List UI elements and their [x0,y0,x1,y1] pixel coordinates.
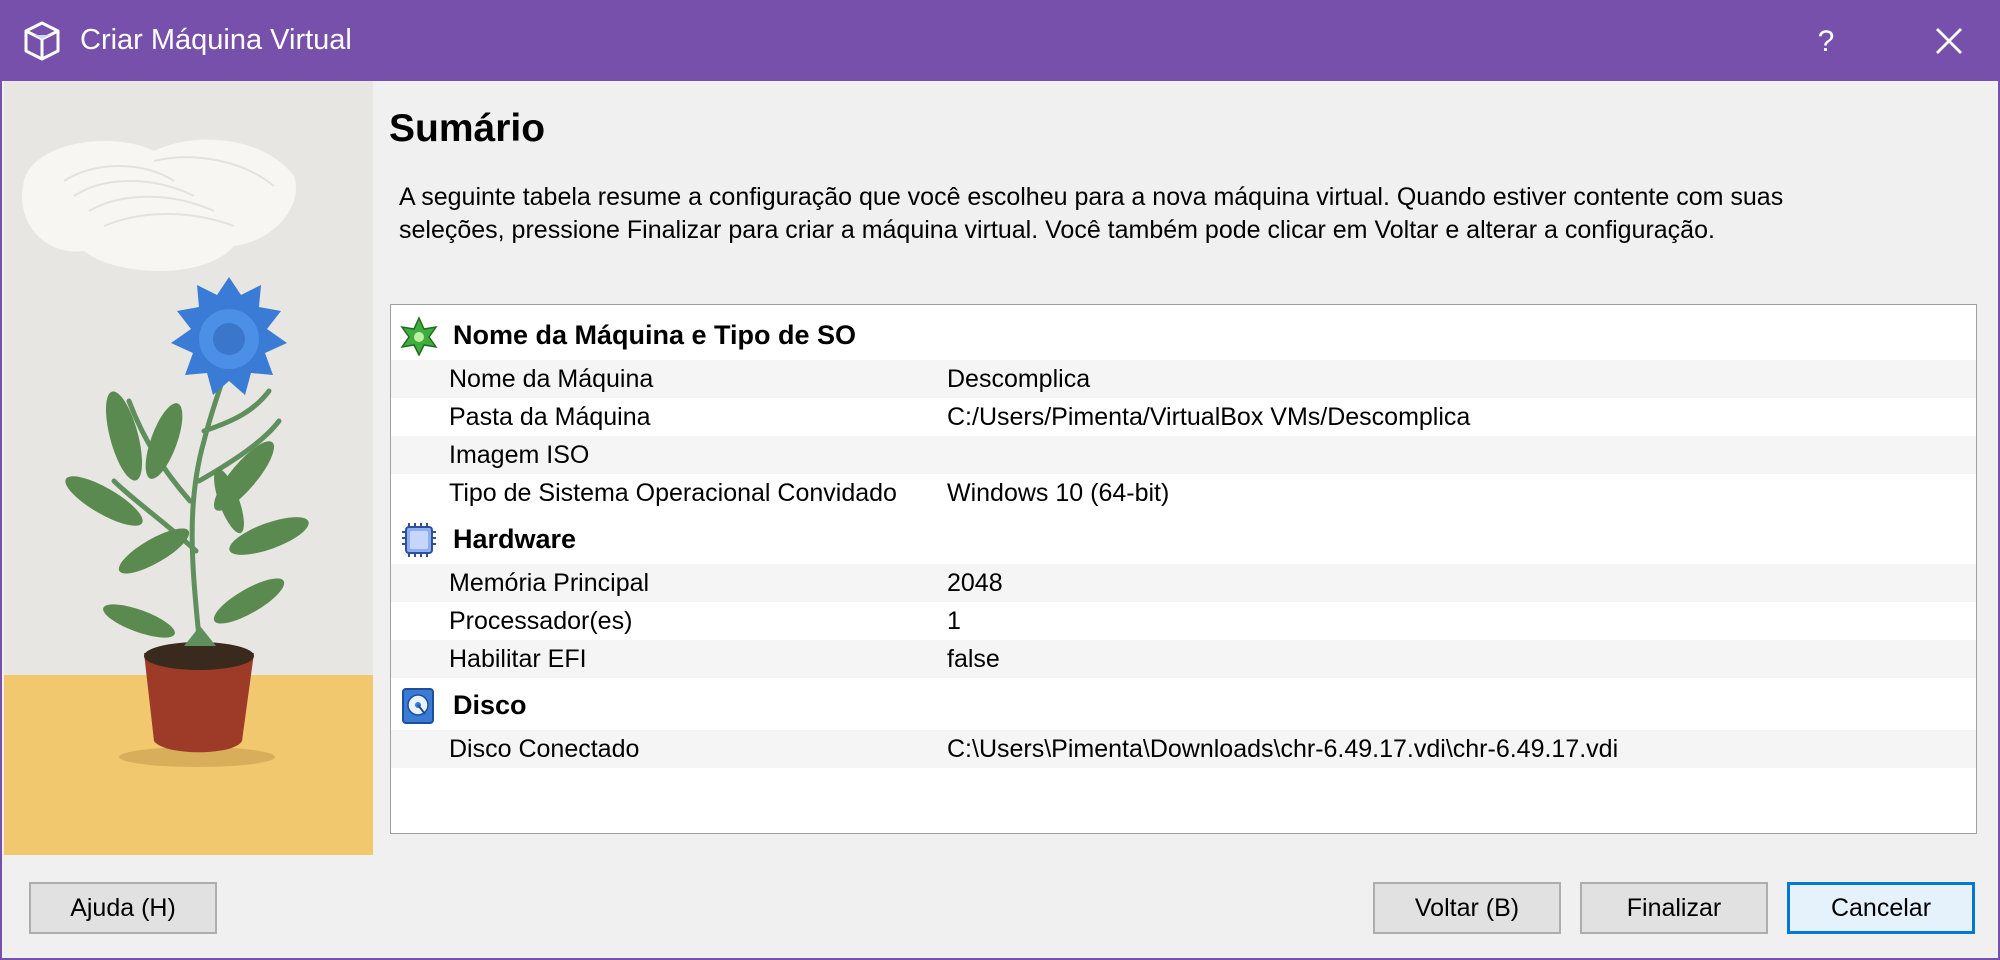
window-title: Criar Máquina Virtual [80,24,352,56]
close-icon [1936,28,1962,54]
row-label: Disco Conectado [449,735,640,763]
cancel-button[interactable]: Cancelar [1787,882,1975,934]
row-label: Nome da Máquina [449,365,654,393]
summary-table[interactable]: Nome da Máquina e Tipo de SO Nome da Máq… [390,304,1977,834]
row-value: C:\Users\Pimenta\Downloads\chr-6.49.17.v… [947,735,1619,763]
summary-row: Tipo de Sistema Operacional Convidado Wi… [391,474,1976,512]
summary-row: Imagem ISO [391,436,1976,474]
back-button[interactable]: Voltar (B) [1373,882,1561,934]
summary-row: Processador(es) 1 [391,602,1976,640]
row-value: 2048 [947,569,1003,597]
section-disk: Disco [391,678,1976,730]
row-label: Imagem ISO [449,441,590,469]
section-title: Disco [453,690,527,720]
section-hardware: Hardware [391,512,1976,564]
green-star-icon [399,316,439,357]
section-name-os: Nome da Máquina e Tipo de SO [391,308,1976,360]
row-label: Processador(es) [449,607,633,635]
section-title: Nome da Máquina e Tipo de SO [453,320,857,350]
summary-row: Nome da Máquina Descomplica [391,360,1976,398]
wizard-page: Sumário A seguinte tabela resume a confi… [373,81,1998,855]
close-button[interactable] [1900,2,1998,81]
page-title: Sumário [389,107,546,150]
row-value: 1 [947,607,961,635]
page-description: A seguinte tabela resume a configuração … [399,183,1784,244]
row-value: C:/Users/Pimenta/VirtualBox VMs/Descompl… [947,403,1471,431]
summary-row: Disco Conectado C:\Users\Pimenta\Downloa… [391,730,1976,768]
row-value: Descomplica [947,365,1091,393]
button-bar: Ajuda (H) Voltar (B) Finalizar Cancelar [2,855,1998,958]
dialog-window: Criar Máquina Virtual ? Sumário A seguin… [0,0,2000,960]
row-value: false [947,645,1000,673]
row-label: Pasta da Máquina [449,403,651,431]
finish-button[interactable]: Finalizar [1580,882,1768,934]
row-value: Windows 10 (64-bit) [947,479,1170,507]
wizard-illustration [4,81,373,855]
section-title: Hardware [453,524,577,554]
summary-row: Habilitar EFI false [391,640,1976,678]
summary-row: Pasta da Máquina C:/Users/Pimenta/Virtua… [391,398,1976,436]
hard-disk-icon [399,686,439,726]
context-help-button[interactable]: ? [1786,2,1866,81]
row-label: Habilitar EFI [449,645,587,673]
row-label: Memória Principal [449,569,650,597]
title-bar[interactable]: Criar Máquina Virtual ? [2,2,1998,81]
virtualbox-cube-icon [22,20,62,62]
row-label: Tipo de Sistema Operacional Convidado [449,479,897,507]
chip-icon [399,520,439,560]
summary-row: Memória Principal 2048 [391,564,1976,602]
help-button[interactable]: Ajuda (H) [29,882,217,934]
